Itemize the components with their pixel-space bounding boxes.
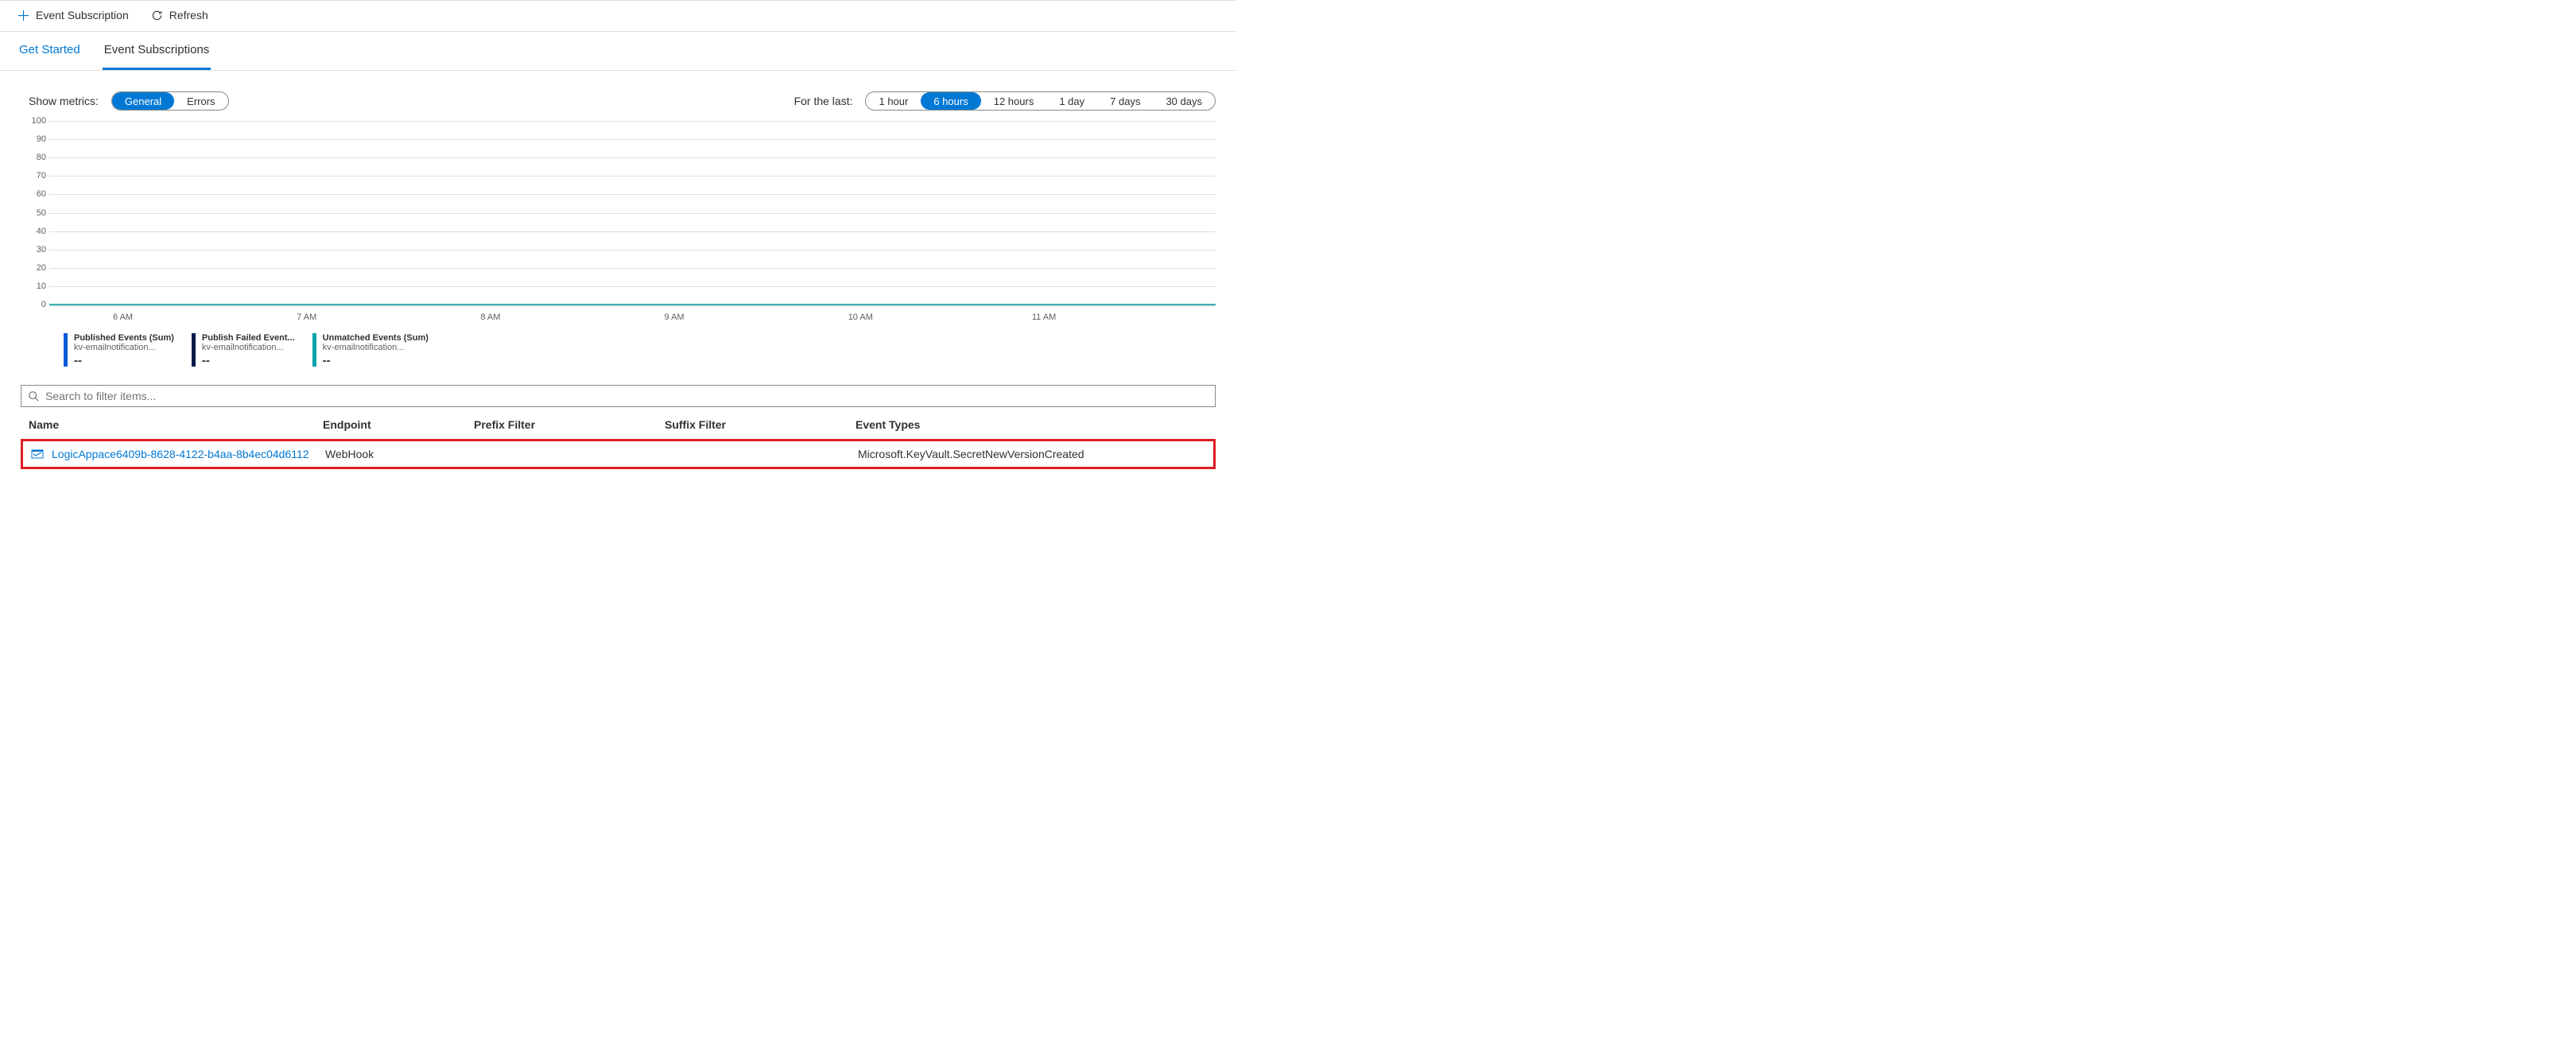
x-tick: 8 AM: [480, 312, 664, 322]
legend-item-published[interactable]: Published Events (Sum) kv-emailnotificat…: [64, 333, 174, 367]
y-tick: 70: [25, 171, 46, 181]
metrics-option-errors[interactable]: Errors: [174, 92, 227, 110]
legend-item-failed[interactable]: Publish Failed Event... kv-emailnotifica…: [192, 333, 295, 367]
chart-line-zero: [49, 304, 1216, 305]
filter-row: [0, 367, 1236, 412]
refresh-icon: [151, 10, 163, 21]
table-row[interactable]: LogicAppace6409b-8628-4122-b4aa-8b4ec04d…: [21, 439, 1216, 469]
col-suffix[interactable]: Suffix Filter: [665, 418, 855, 431]
cell-name[interactable]: LogicAppace6409b-8628-4122-b4aa-8b4ec04d…: [31, 448, 325, 460]
refresh-button[interactable]: Refresh: [151, 9, 208, 21]
command-bar: Event Subscription Refresh: [0, 0, 1236, 32]
x-tick: 11 AM: [1032, 312, 1216, 322]
metrics-chart: 0 10 20 30 40 50 60 70 80 90 100 6 AM 7 …: [0, 115, 1236, 367]
y-tick: 0: [25, 300, 46, 309]
range-option-1d[interactable]: 1 day: [1046, 92, 1097, 110]
legend-title: Unmatched Events (Sum): [323, 333, 429, 343]
x-tick: 7 AM: [297, 312, 480, 322]
chart-legend: Published Events (Sum) kv-emailnotificat…: [29, 322, 1216, 367]
legend-sub: kv-emailnotification...: [323, 343, 429, 352]
y-tick: 90: [25, 134, 46, 144]
search-input[interactable]: [45, 390, 1208, 402]
range-label: For the last:: [794, 95, 853, 107]
metrics-option-general[interactable]: General: [112, 92, 174, 110]
range-option-12h[interactable]: 12 hours: [981, 92, 1047, 110]
range-option-7d[interactable]: 7 days: [1097, 92, 1153, 110]
y-tick: 30: [25, 245, 46, 254]
metrics-label: Show metrics:: [29, 95, 99, 107]
legend-item-unmatched[interactable]: Unmatched Events (Sum) kv-emailnotificat…: [312, 333, 429, 367]
tab-get-started[interactable]: Get Started: [17, 32, 82, 70]
col-name[interactable]: Name: [29, 418, 323, 431]
chart-plot-area: 0 10 20 30 40 50 60 70 80 90 100: [49, 122, 1216, 306]
event-subscription-icon: [31, 448, 44, 460]
col-prefix[interactable]: Prefix Filter: [474, 418, 665, 431]
y-tick: 40: [25, 227, 46, 236]
range-option-1h[interactable]: 1 hour: [866, 92, 921, 110]
refresh-label: Refresh: [169, 9, 208, 21]
y-tick: 60: [25, 189, 46, 199]
col-event-types[interactable]: Event Types: [855, 418, 1208, 431]
add-label: Event Subscription: [36, 9, 129, 21]
y-tick: 100: [25, 116, 46, 126]
legend-value: --: [323, 352, 429, 367]
x-tick: 10 AM: [848, 312, 1032, 322]
search-box[interactable]: [21, 385, 1216, 407]
range-option-6h[interactable]: 6 hours: [921, 92, 980, 110]
legend-title: Published Events (Sum): [74, 333, 174, 343]
x-tick: 6 AM: [113, 312, 297, 322]
chart-controls: Show metrics: General Errors For the las…: [0, 71, 1236, 115]
table-header: Name Endpoint Prefix Filter Suffix Filte…: [21, 412, 1216, 437]
subscriptions-table: Name Endpoint Prefix Filter Suffix Filte…: [0, 412, 1236, 469]
add-event-subscription-button[interactable]: Event Subscription: [17, 9, 129, 21]
legend-sub: kv-emailnotification...: [202, 343, 295, 352]
cell-endpoint: WebHook: [325, 448, 476, 460]
legend-sub: kv-emailnotification...: [74, 343, 174, 352]
tabs: Get Started Event Subscriptions: [0, 32, 1236, 71]
legend-title: Publish Failed Event...: [202, 333, 295, 343]
plus-icon: [17, 10, 29, 21]
legend-value: --: [202, 352, 295, 367]
row-name-text: LogicAppace6409b-8628-4122-b4aa-8b4ec04d…: [52, 448, 309, 460]
y-tick: 50: [25, 208, 46, 218]
search-icon: [28, 390, 39, 402]
y-tick: 80: [25, 153, 46, 162]
tab-event-subscriptions[interactable]: Event Subscriptions: [103, 32, 211, 70]
legend-swatch: [192, 333, 196, 367]
legend-value: --: [74, 352, 174, 367]
legend-swatch: [64, 333, 68, 367]
legend-swatch: [312, 333, 316, 367]
metrics-toggle: General Errors: [111, 91, 229, 111]
range-toggle: 1 hour 6 hours 12 hours 1 day 7 days 30 …: [865, 91, 1216, 111]
y-tick: 10: [25, 281, 46, 291]
range-option-30d[interactable]: 30 days: [1153, 92, 1215, 110]
y-tick: 20: [25, 263, 46, 273]
chart-x-axis: 6 AM 7 AM 8 AM 9 AM 10 AM 11 AM: [49, 306, 1216, 322]
x-tick: 9 AM: [665, 312, 848, 322]
col-endpoint[interactable]: Endpoint: [323, 418, 474, 431]
cell-event-types: Microsoft.KeyVault.SecretNewVersionCreat…: [858, 448, 1205, 460]
